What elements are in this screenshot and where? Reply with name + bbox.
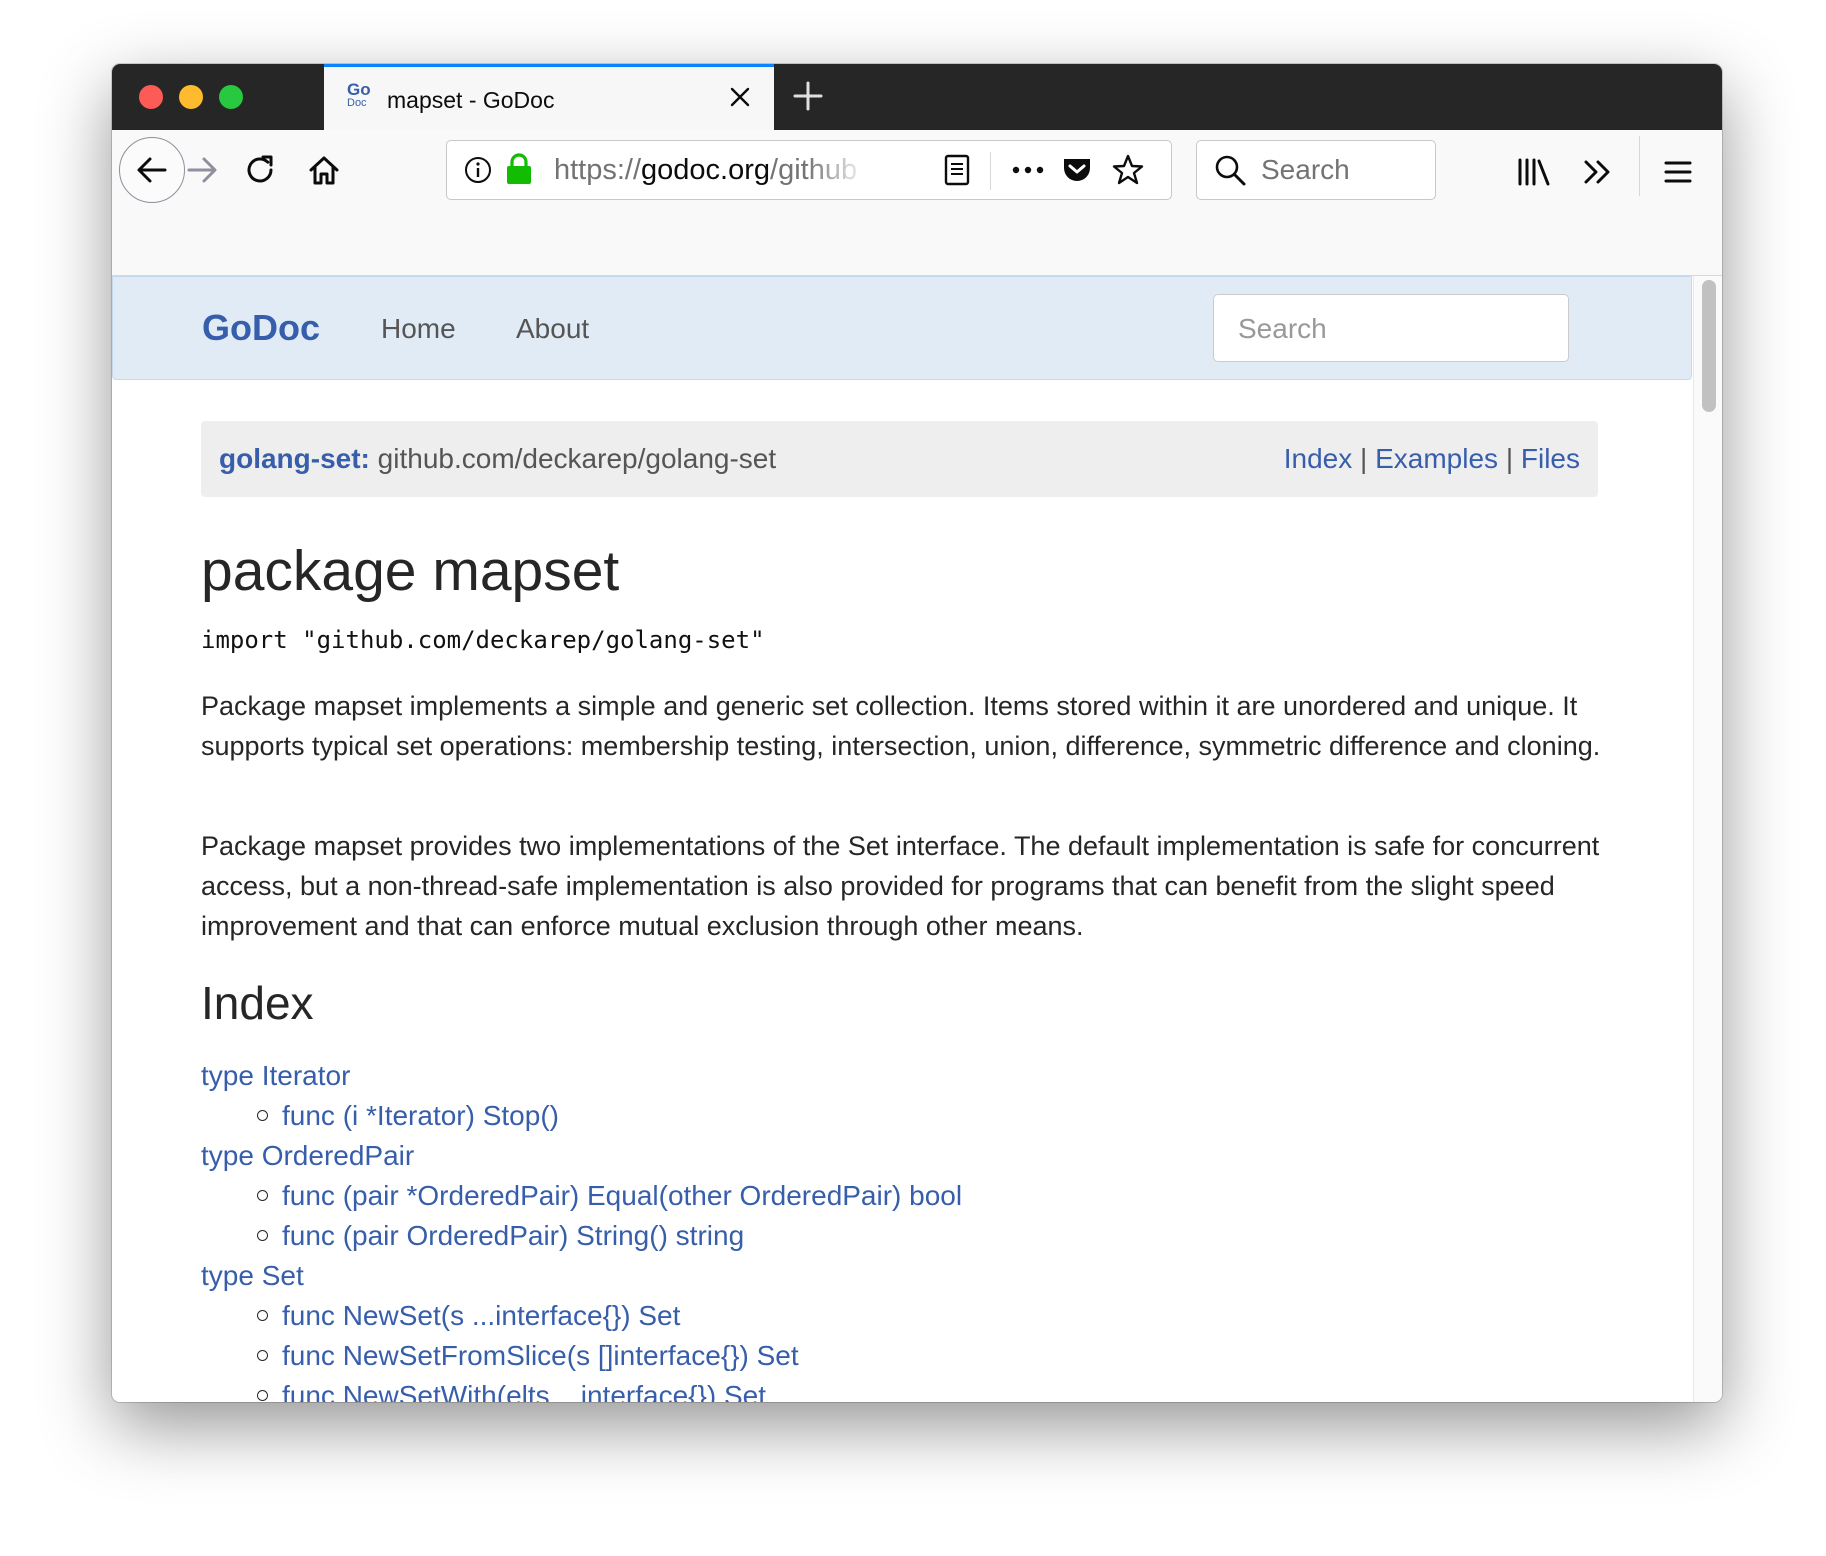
package-name-link[interactable]: golang-set: <box>219 443 370 474</box>
site-search-input[interactable]: Search <box>1213 294 1569 362</box>
description-paragraph: Package mapset implements a simple and g… <box>201 691 1601 761</box>
lock-icon[interactable] <box>505 152 533 191</box>
index-link[interactable]: func NewSetWith(elts ...interface{}) Set <box>282 1380 766 1402</box>
new-tab-plus-icon[interactable] <box>790 78 826 114</box>
zoom-window-button[interactable] <box>219 85 243 109</box>
close-tab-icon[interactable] <box>726 83 754 111</box>
url-fade <box>807 147 867 193</box>
hamburger-menu-button[interactable] <box>1658 152 1698 192</box>
bookmark-star-icon[interactable] <box>1111 153 1145 192</box>
vertical-scrollbar[interactable] <box>1693 276 1722 1402</box>
list-bullet-icon <box>257 1390 268 1401</box>
tab-mapset-godoc[interactable]: Go Doc mapset - GoDoc <box>324 64 774 130</box>
home-button[interactable] <box>304 150 344 190</box>
forward-button[interactable] <box>184 152 220 188</box>
package-import-path: github.com/deckarep/golang-set <box>377 443 777 474</box>
index-func-item: func NewSetFromSlice(s []interface{}) Se… <box>201 1336 1501 1376</box>
scrollbar-thumb[interactable] <box>1702 280 1716 412</box>
tab-strip: Go Doc mapset - GoDoc <box>112 64 1722 130</box>
list-bullet-icon <box>257 1350 268 1361</box>
browser-search-placeholder: Search <box>1261 154 1350 185</box>
favicon-text-top: Go <box>347 80 371 99</box>
page-viewport: GoDoc Home About Search golang-set: gith… <box>112 276 1722 1402</box>
list-bullet-icon <box>257 1310 268 1321</box>
index-func-item: func NewSet(s ...interface{}) Set <box>201 1296 1501 1336</box>
search-icon <box>1213 153 1247 192</box>
url-host: godoc.org <box>641 154 771 186</box>
index-type-item: type OrderedPair <box>201 1136 1501 1176</box>
index-link[interactable]: func (pair OrderedPair) String() string <box>282 1220 744 1251</box>
reload-button[interactable] <box>240 150 280 190</box>
package-breadcrumb: golang-set: github.com/deckarep/golang-s… <box>201 421 1598 497</box>
nav-home-link[interactable]: Home <box>381 313 456 345</box>
chevron-double-right-icon <box>1584 160 1610 184</box>
index-link[interactable]: type OrderedPair <box>201 1140 414 1171</box>
description-paragraph: Package mapset provides two implementati… <box>201 831 1600 941</box>
favicon-text-bottom: Doc <box>347 97 367 109</box>
browser-window: Go Doc mapset - GoDoc https://godoc.org … <box>112 64 1722 1402</box>
back-arrow-icon <box>137 157 167 183</box>
index-func-item: func (pair OrderedPair) String() string <box>201 1216 1501 1256</box>
list-bullet-icon <box>257 1190 268 1201</box>
url-bar[interactable]: https://godoc.org/github <box>446 140 1172 200</box>
index-func-item: func NewSetWith(elts ...interface{}) Set <box>201 1376 1501 1402</box>
index-heading: Index <box>201 977 314 1029</box>
page-actions-icon[interactable] <box>1010 155 1046 190</box>
index-link[interactable]: type Iterator <box>201 1060 350 1091</box>
overflow-menu-button[interactable] <box>1578 152 1618 192</box>
home-icon <box>309 156 339 185</box>
tab-title: mapset - GoDoc <box>387 87 555 113</box>
list-bullet-icon <box>257 1230 268 1241</box>
index-func-item: func (i *Iterator) Stop() <box>201 1096 1501 1136</box>
browser-search-bar[interactable]: Search <box>1196 140 1436 200</box>
examples-link[interactable]: Examples <box>1375 443 1498 474</box>
site-search-placeholder: Search <box>1238 313 1327 344</box>
forward-arrow-icon <box>187 157 217 183</box>
index-list: type Iterator func (i *Iterator) Stop() ty… <box>201 1056 1501 1402</box>
index-func-item: func (pair *OrderedPair) Equal(other Ord… <box>201 1176 1501 1216</box>
import-statement: import "github.com/deckarep/golang-set" <box>201 626 765 654</box>
info-icon[interactable] <box>463 155 493 190</box>
reader-view-icon[interactable] <box>943 154 971 191</box>
files-link[interactable]: Files <box>1521 443 1580 474</box>
url-scheme: https:// <box>554 154 642 186</box>
index-link[interactable]: type Set <box>201 1260 304 1291</box>
index-link[interactable]: func (pair *OrderedPair) Equal(other Ord… <box>282 1180 962 1211</box>
index-link[interactable]: func NewSetFromSlice(s []interface{}) Se… <box>282 1340 799 1371</box>
back-button[interactable] <box>119 137 185 203</box>
package-path: golang-set: github.com/deckarep/golang-s… <box>219 443 776 475</box>
reload-icon <box>247 155 273 183</box>
index-link[interactable]: func NewSet(s ...interface{}) Set <box>282 1300 680 1331</box>
close-window-button[interactable] <box>139 85 163 109</box>
godoc-navbar: GoDoc Home About Search <box>112 276 1692 380</box>
library-button[interactable] <box>1514 152 1554 192</box>
godoc-brand-link[interactable]: GoDoc <box>202 307 320 349</box>
toolbar-separator <box>1639 136 1640 196</box>
index-link[interactable]: Index <box>1284 443 1353 474</box>
breadcrumb-links: Index | Examples | Files <box>1284 443 1580 475</box>
minimize-window-button[interactable] <box>179 85 203 109</box>
breadcrumb-separator: | <box>1505 443 1514 474</box>
nav-about-link[interactable]: About <box>516 313 589 345</box>
index-link[interactable]: func (i *Iterator) Stop() <box>282 1100 559 1131</box>
index-type-item: type Set <box>201 1256 1501 1296</box>
list-bullet-icon <box>257 1110 268 1121</box>
navigation-toolbar: https://godoc.org/github Search <box>112 130 1722 276</box>
hamburger-menu-icon <box>1664 161 1692 183</box>
index-type-item: type Iterator <box>201 1056 1501 1096</box>
godoc-favicon-icon: Go Doc <box>346 81 372 113</box>
breadcrumb-separator: | <box>1360 443 1368 474</box>
pocket-icon[interactable] <box>1061 154 1093 191</box>
url-bar-separator <box>990 152 991 190</box>
library-icon <box>1518 158 1550 186</box>
page-title: package mapset <box>201 539 620 603</box>
